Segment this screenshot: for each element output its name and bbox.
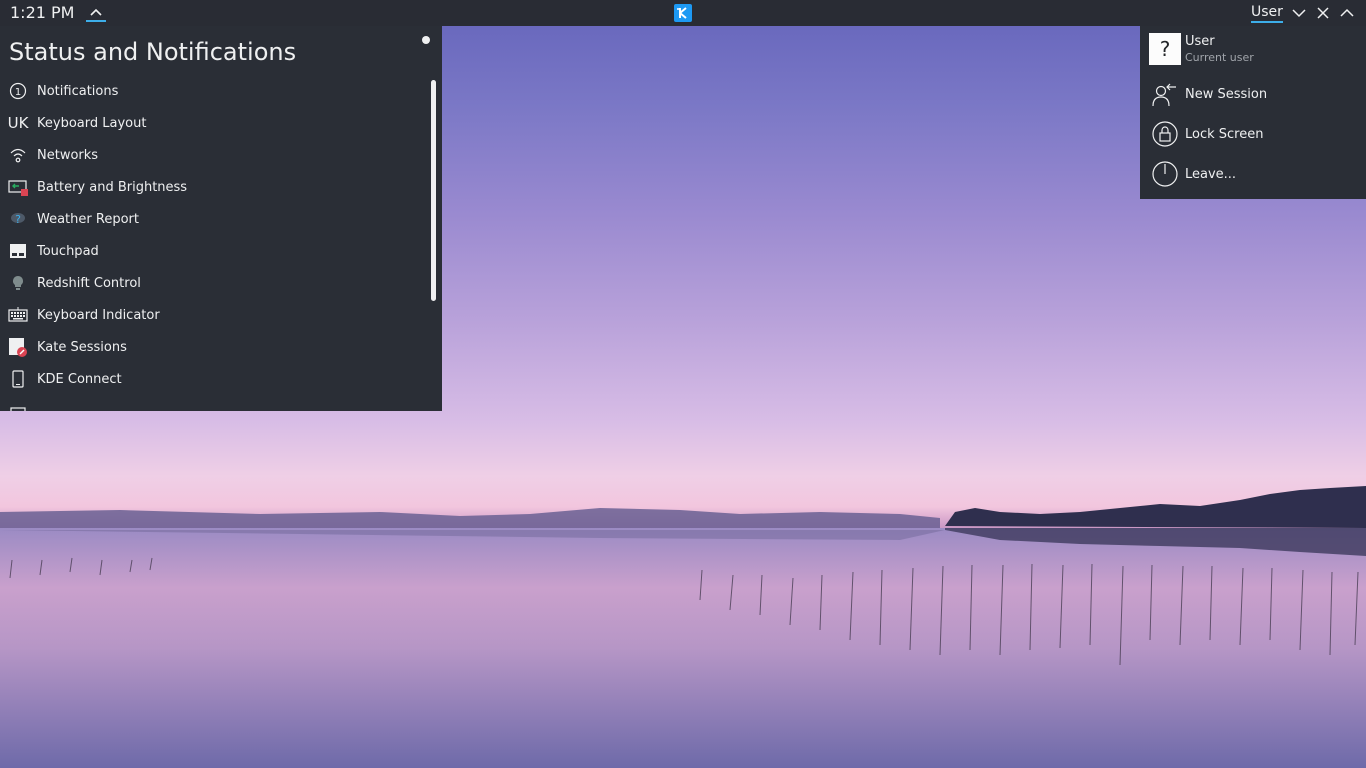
- lock-icon: [1151, 120, 1179, 148]
- status-list-scrollbar[interactable]: [431, 80, 436, 301]
- touchpad-icon: [8, 241, 28, 261]
- status-item-touchpad[interactable]: Touchpad: [0, 235, 430, 267]
- avatar-placeholder-icon: ?: [1159, 37, 1171, 61]
- status-item-keyboard-indicator[interactable]: Keyboard Indicator: [0, 299, 430, 331]
- status-item-label: Redshift Control: [37, 275, 141, 291]
- status-item-redshift[interactable]: Redshift Control: [0, 267, 430, 299]
- new-session-button[interactable]: New Session: [1140, 74, 1366, 114]
- status-item-networks[interactable]: Networks: [0, 139, 430, 171]
- status-item-battery[interactable]: Battery and Brightness: [0, 171, 430, 203]
- status-item-label: Kate Sessions: [37, 339, 127, 355]
- kde-logo-icon: [677, 7, 687, 19]
- svg-text:?: ?: [15, 213, 21, 226]
- current-user-name: User: [1185, 34, 1215, 49]
- lightbulb-icon: [8, 273, 28, 293]
- power-icon: [1151, 160, 1179, 188]
- notification-count: 1: [15, 87, 21, 98]
- status-item-label: Keyboard Layout: [37, 115, 147, 131]
- leave-button[interactable]: Leave...: [1140, 154, 1366, 194]
- close-icon: [1317, 7, 1329, 19]
- system-tray-expand-button[interactable]: [86, 4, 106, 22]
- wifi-icon: [8, 145, 28, 165]
- status-item-notifications[interactable]: 1 Notifications: [0, 75, 430, 107]
- close-button[interactable]: [1315, 5, 1331, 21]
- minimize-button[interactable]: [1291, 5, 1307, 21]
- status-item-kate-sessions[interactable]: Kate Sessions: [0, 331, 430, 363]
- battery-icon: [8, 177, 28, 197]
- status-item-label: Touchpad: [37, 243, 99, 259]
- chevron-down-icon: [1292, 9, 1306, 18]
- new-session-icon: [1151, 80, 1179, 108]
- status-item-kde-connect[interactable]: KDE Connect: [0, 363, 430, 395]
- notification-count-icon: 1: [8, 81, 28, 101]
- user-switcher-button[interactable]: User: [1251, 4, 1283, 23]
- status-item-label: Networks: [37, 147, 99, 163]
- keyboard-icon: [8, 305, 28, 325]
- phone-icon: [8, 369, 28, 389]
- weather-icon: ?: [8, 209, 28, 229]
- lock-screen-button[interactable]: Lock Screen: [1140, 114, 1366, 154]
- status-item-weather[interactable]: ? Weather Report: [0, 203, 430, 235]
- popup-title: Status and Notifications: [9, 38, 297, 66]
- current-user-subtitle: Current user: [1185, 51, 1254, 64]
- digital-clock[interactable]: 1:21 PM: [10, 3, 74, 22]
- kate-icon: [8, 337, 28, 357]
- maximize-button[interactable]: [1339, 5, 1355, 21]
- status-item-label: Weather Report: [37, 211, 139, 227]
- status-item-label: Keyboard Indicator: [37, 307, 160, 323]
- status-item-keyboard-layout[interactable]: UK Keyboard Layout: [0, 107, 430, 139]
- partial-icon: [8, 401, 28, 411]
- top-panel: 1:21 PM User: [0, 0, 1366, 26]
- kde-launcher-button[interactable]: [674, 4, 692, 22]
- lock-screen-label: Lock Screen: [1185, 126, 1264, 142]
- chevron-up-icon: [1340, 8, 1354, 17]
- keyboard-layout-code: UK: [7, 114, 29, 132]
- status-item-label: Battery and Brightness: [37, 179, 188, 195]
- status-list: 1 Notifications UK Keyboard Layout Netwo…: [0, 75, 430, 411]
- pin-icon[interactable]: [422, 36, 430, 44]
- status-item-label: Notifications: [37, 83, 119, 99]
- status-item-partial: [0, 395, 430, 411]
- keyboard-layout-icon: UK: [7, 113, 29, 133]
- new-session-label: New Session: [1185, 86, 1268, 102]
- leave-label: Leave...: [1185, 166, 1237, 182]
- user-avatar: ?: [1149, 33, 1181, 65]
- user-switcher-popup: ? User Current user New Session Lock Scr…: [1140, 26, 1366, 199]
- status-notifications-popup: Status and Notifications 1 Notifications…: [0, 26, 442, 411]
- chevron-up-icon: [90, 8, 102, 16]
- status-item-label: KDE Connect: [37, 371, 122, 387]
